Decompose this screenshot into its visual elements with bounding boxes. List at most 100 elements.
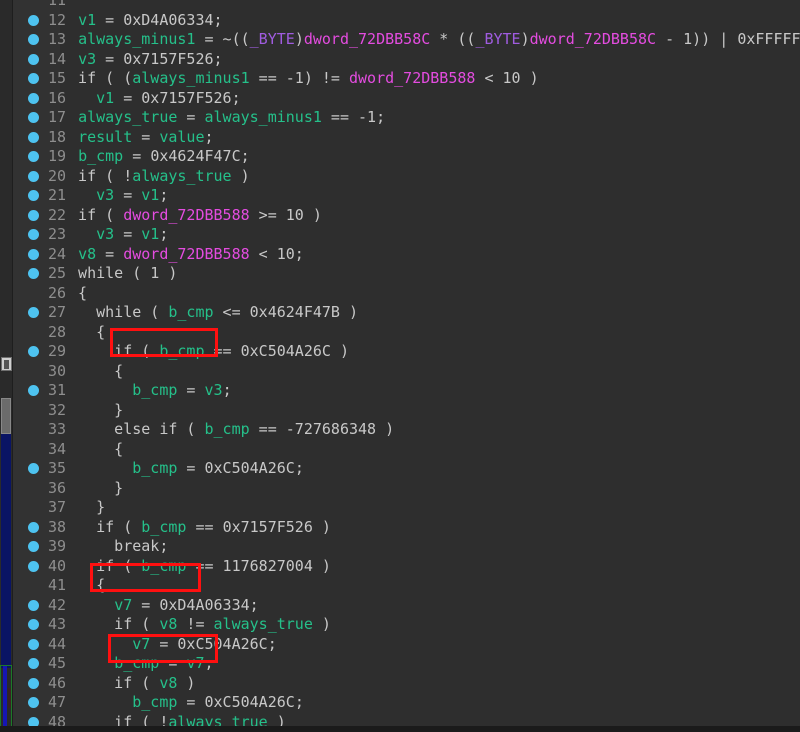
line-number: 43 bbox=[47, 615, 66, 633]
code-line[interactable]: { bbox=[60, 440, 123, 460]
code-line[interactable]: v7 = 0xC504A26C; bbox=[60, 635, 277, 655]
line-number: 19 bbox=[47, 147, 66, 165]
code-line[interactable]: if ( (always_minus1 == -1) != dword_72DB… bbox=[60, 69, 539, 89]
code-line[interactable]: b_cmp = v7; bbox=[60, 654, 213, 674]
code-token-plain: = bbox=[123, 147, 151, 165]
code-token-plain: = bbox=[96, 49, 124, 68]
code-line[interactable]: break; bbox=[60, 537, 168, 557]
bookmark-marker-icon[interactable] bbox=[1, 357, 12, 371]
code-token-var: value bbox=[159, 127, 205, 146]
code-line[interactable]: else if ( b_cmp == -727686348 ) bbox=[60, 420, 394, 440]
code-line[interactable]: } bbox=[60, 401, 123, 421]
breakpoint-dot[interactable] bbox=[28, 268, 39, 279]
code-line[interactable]: { bbox=[60, 323, 105, 343]
code-token-plain: = bbox=[177, 459, 205, 477]
code-line[interactable]: always_minus1 = ~((_BYTE)dword_72DBB58C … bbox=[60, 30, 800, 50]
code-line[interactable]: } bbox=[60, 479, 123, 499]
breakpoint-dot[interactable] bbox=[28, 599, 39, 611]
breakpoint-dot[interactable] bbox=[28, 619, 39, 630]
breakpoint-dot[interactable] bbox=[28, 307, 39, 318]
breakpoint-dot[interactable] bbox=[28, 677, 39, 689]
scrollbar-thumb[interactable] bbox=[1, 398, 11, 434]
line-number: 35 bbox=[47, 459, 66, 477]
line-number: 46 bbox=[47, 673, 66, 692]
function-navigator-strip[interactable] bbox=[0, 0, 13, 732]
code-token-plain: } bbox=[60, 400, 124, 419]
code-line[interactable]: while ( b_cmp <= 0x4624F47B ) bbox=[60, 303, 358, 323]
code-line[interactable]: b_cmp = v3; bbox=[60, 381, 232, 401]
code-token-plain: ; bbox=[213, 10, 223, 29]
line-number: 28 bbox=[47, 322, 66, 341]
code-line[interactable]: if ( !always_true ) bbox=[60, 167, 250, 187]
code-token-plain: == bbox=[186, 517, 223, 536]
breakpoint-dot[interactable] bbox=[28, 463, 39, 474]
code-token-var: always_minus1 bbox=[204, 108, 322, 126]
breakpoint-dot[interactable] bbox=[28, 385, 39, 396]
code-token-plain: - 1)) | bbox=[656, 30, 738, 48]
code-line[interactable]: v7 = 0xD4A06334; bbox=[60, 596, 259, 616]
breakpoint-dot[interactable] bbox=[28, 541, 39, 552]
breakpoint-dot[interactable] bbox=[28, 190, 39, 201]
breakpoint-dot[interactable] bbox=[28, 92, 39, 104]
line-number: 36 bbox=[47, 478, 66, 497]
line-number: 29 bbox=[47, 342, 66, 360]
code-line[interactable]: if ( dword_72DBB588 >= 10 ) bbox=[60, 206, 322, 226]
code-token-plain: if ( bbox=[60, 673, 160, 692]
code-area[interactable]: v1 = 0xD4A06334; always_minus1 = ~((_BYT… bbox=[60, 0, 800, 732]
navigator-highlight-band bbox=[1, 432, 11, 668]
code-line[interactable]: b_cmp = 0xC504A26C; bbox=[60, 459, 304, 479]
breakpoint-dot[interactable] bbox=[28, 560, 39, 572]
code-token-plain: if ( bbox=[60, 615, 160, 633]
line-number: 34 bbox=[47, 439, 66, 458]
breakpoint-dot[interactable] bbox=[28, 73, 39, 84]
line-number: 30 bbox=[47, 361, 66, 380]
breakpoint-dot[interactable] bbox=[28, 34, 39, 45]
code-token-var: v1 bbox=[141, 225, 160, 243]
breakpoint-dot[interactable] bbox=[28, 209, 39, 221]
breakpoint-dot[interactable] bbox=[28, 53, 39, 65]
breakpoint-dot[interactable] bbox=[28, 112, 39, 123]
code-line[interactable]: if ( v8 ) bbox=[60, 674, 195, 694]
code-line[interactable]: if ( b_cmp == 0x7157F526 ) bbox=[60, 518, 331, 538]
code-token-plain: = bbox=[96, 244, 124, 263]
code-line[interactable]: { bbox=[60, 362, 123, 382]
code-line[interactable]: while ( 1 ) bbox=[60, 264, 177, 284]
code-line[interactable]: v3 = v1; bbox=[60, 225, 168, 245]
line-number: 16 bbox=[47, 88, 66, 107]
line-number-gutter[interactable]: 11 12 13 14 15 16 17 18 19 20 21 22 23 24 25 26 27 28 29 30… bbox=[12, 0, 66, 732]
code-line[interactable]: v3 = v1; bbox=[60, 186, 168, 206]
code-token-plain: ; bbox=[249, 595, 259, 614]
code-token-plain: ; bbox=[222, 381, 232, 399]
breakpoint-dot[interactable] bbox=[28, 346, 39, 357]
code-line[interactable]: } bbox=[60, 498, 105, 518]
breakpoint-dot[interactable] bbox=[28, 131, 39, 143]
breakpoint-dot[interactable] bbox=[28, 229, 39, 240]
breakpoint-dot[interactable] bbox=[28, 170, 39, 182]
breakpoint-dot[interactable] bbox=[28, 14, 39, 26]
code-line[interactable]: b_cmp = 0xC504A26C; bbox=[60, 693, 304, 713]
code-token-plain: if ( ! bbox=[60, 166, 133, 185]
code-line[interactable]: if ( v8 != always_true ) bbox=[60, 615, 331, 635]
code-token-var: v3 bbox=[96, 186, 115, 204]
code-line[interactable]: v1 = 0xD4A06334; bbox=[60, 11, 223, 31]
code-token-plain: if ( bbox=[60, 205, 124, 224]
breakpoint-dot[interactable] bbox=[28, 248, 39, 260]
code-token-var: always_true bbox=[132, 166, 232, 185]
code-line[interactable]: v1 = 0x7157F526; bbox=[60, 89, 241, 109]
code-token-var: b_cmp bbox=[114, 654, 160, 672]
code-line[interactable]: if ( b_cmp == 1176827004 ) bbox=[60, 557, 331, 577]
breakpoint-dot[interactable] bbox=[28, 521, 39, 533]
breakpoint-dot[interactable] bbox=[28, 151, 39, 162]
breakpoint-dot[interactable] bbox=[28, 638, 39, 650]
code-line[interactable]: if ( b_cmp == 0xC504A26C ) bbox=[60, 342, 349, 362]
breakpoint-dot[interactable] bbox=[28, 658, 39, 669]
code-token-num: 0x4624F47B bbox=[249, 303, 340, 321]
code-line[interactable]: { bbox=[60, 576, 105, 596]
breakpoint-dot[interactable] bbox=[28, 697, 39, 708]
code-line[interactable]: v3 = 0x7157F526; bbox=[60, 50, 223, 70]
code-line[interactable]: always_true = always_minus1 == -1; bbox=[60, 108, 385, 128]
line-number: 20 bbox=[47, 166, 66, 185]
code-line[interactable]: b_cmp = 0x4624F47C; bbox=[60, 147, 250, 167]
code-line[interactable]: v8 = dword_72DBB588 < 10; bbox=[60, 245, 304, 265]
code-line[interactable]: result = value; bbox=[60, 127, 213, 148]
